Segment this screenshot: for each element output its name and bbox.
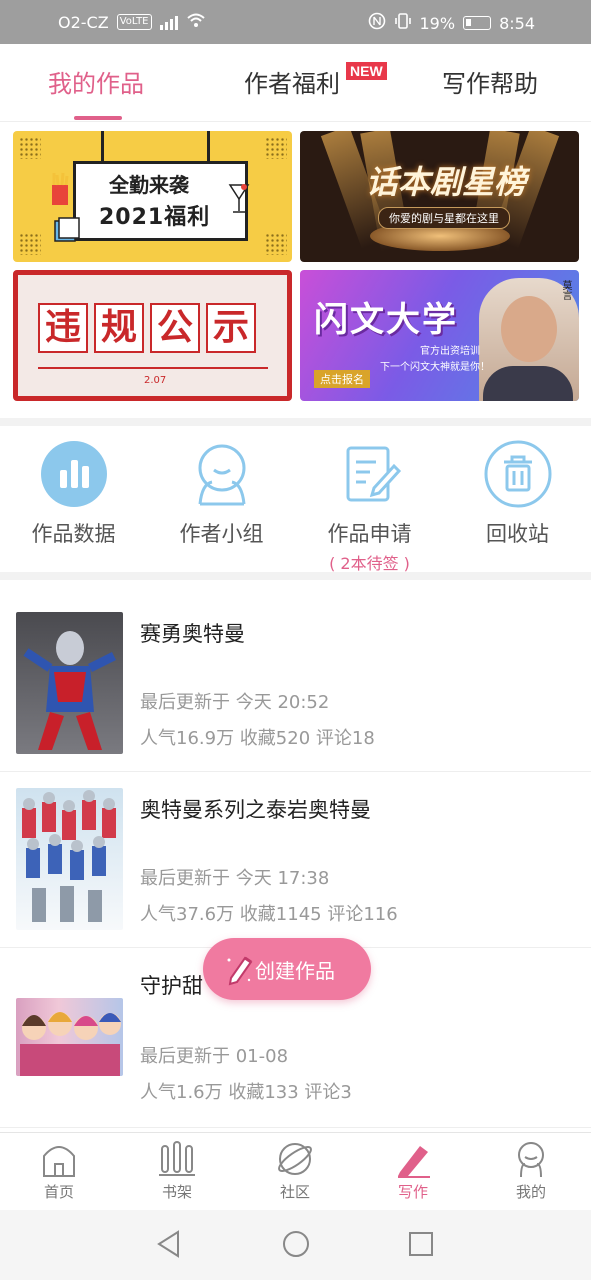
carrier-name: O2-CZ [58,12,109,32]
home-icon [0,1139,118,1179]
banner-line1: 官方出资培训 [420,346,480,357]
banner-line2: 下一个闪文大神就是你！ [380,362,490,373]
pen-icon [354,1139,472,1179]
nav-home[interactable]: 首页 [0,1139,118,1202]
hanging-string [101,131,104,161]
banner-line1: 全勤来袭 [109,173,189,197]
nav-profile[interactable]: 我的 [472,1139,590,1202]
new-badge: NEW [346,62,387,80]
dot-pattern [19,233,41,255]
trash-icon [484,440,552,508]
vibrate-icon [394,12,412,34]
work-cover [16,998,123,1076]
nav-write[interactable]: 写作 [354,1139,472,1202]
banner-title: 闪文大学 [314,300,458,340]
tab-writing-help[interactable]: 写作帮助 [442,64,538,99]
nav-bookshelf[interactable]: 书架 [118,1139,236,1202]
status-bar: O2-CZ VoLTE 19% 8:54 [0,0,591,44]
work-updated: 最后更新于 今天 20:52 [140,692,330,713]
notice-char: 公 [150,303,200,353]
notice-char: 示 [206,303,256,353]
system-nav-bar [0,1210,591,1280]
list-item[interactable]: 赛勇奥特曼 最后更新于 今天 20:52 人气16.9万 收藏520 评论18 [0,596,591,772]
nav-label: 社区 [279,1183,310,1201]
nav-label: 我的 [515,1183,546,1201]
nav-label: 首页 [43,1183,74,1201]
bookshelf-icon [118,1139,236,1179]
banner-subtitle: 你爱的剧与星都在这里 [378,207,510,229]
active-tab-indicator [74,116,122,120]
tab-my-works[interactable]: 我的作品 [48,64,144,99]
hanging-string [207,131,210,161]
action-label: 作者小组 [179,522,264,546]
book-icon [54,217,80,242]
action-author-group[interactable]: 作者小组 [148,440,295,548]
planet-icon [236,1139,354,1179]
section-separator [0,572,591,580]
dot-pattern [265,137,287,159]
work-title: 赛勇奥特曼 [140,622,245,646]
bottom-nav: 首页 书架 社区 写作 我的 [0,1132,591,1210]
notice-char: 规 [94,303,144,353]
banner-line2: 2021福利 [99,205,211,230]
group-icon [188,440,256,508]
banner-title: 话本剧星榜 [366,163,527,201]
home-button-icon[interactable] [282,1230,310,1262]
action-label: 回收站 [486,522,549,546]
nav-community[interactable]: 社区 [236,1139,354,1202]
section-separator [0,418,591,426]
notice-date: 2.07 [144,375,167,386]
volte-badge: VoLTE [116,14,152,30]
pencil-icon [225,954,253,991]
nav-label: 写作 [397,1183,428,1201]
nfc-icon [368,12,386,34]
author-name: 莫言 [560,280,571,300]
action-label: 作品数据 [31,522,116,546]
notice-char: 违 [38,303,88,353]
action-recycle-bin[interactable]: 回收站 [444,440,591,548]
create-work-label: 创建作品 [255,958,335,983]
create-work-button[interactable]: 创建作品 [203,938,371,1000]
signup-button[interactable]: 点击报名 [314,370,370,388]
clock: 8:54 [499,13,535,33]
work-stats: 人气1.6万 收藏133 评论3 [140,1082,352,1103]
top-tabs: 我的作品 作者福利 写作帮助 [0,44,591,122]
list-item[interactable]: 奥特曼系列之泰岩奥特曼 最后更新于 今天 17:38 人气37.6万 收藏114… [0,772,591,948]
profile-icon [472,1139,590,1179]
author-face [501,296,557,362]
work-updated: 最后更新于 今天 17:38 [140,868,330,889]
work-cover [16,612,123,754]
work-stats: 人气37.6万 收藏1145 评论116 [140,904,398,925]
fries-icon [52,172,69,205]
action-works-apply[interactable]: 作品申请 ( 2本待签 ) [296,440,443,574]
wifi-icon [186,12,206,32]
banner-attendance-bonus[interactable]: 全勤来袭 2021福利 [13,131,292,262]
dot-pattern [19,137,41,159]
action-label: 作品申请 [327,522,412,546]
work-stats: 人气16.9万 收藏520 评论18 [140,728,375,749]
work-updated: 最后更新于 01-08 [140,1046,289,1067]
notice-title: 违 规 公 示 [38,303,256,353]
back-icon[interactable] [156,1230,182,1262]
edit-document-icon [336,440,404,508]
divider [38,367,268,369]
pending-sign-count: ( 2本待签 ) [329,554,410,573]
banner-drama-star-ranking[interactable]: 话本剧星榜 你爱的剧与星都在这里 [300,131,579,262]
work-title: 守护甜 [140,974,203,998]
battery-icon [463,16,492,30]
banner-writing-university[interactable]: 莫言 闪文大学 官方出资培训 下一个闪文大神就是你！ 点击报名 [300,270,579,401]
cocktail-icon [228,184,250,213]
banner-violation-notice[interactable]: 违 规 公 示 2.07 [13,270,292,401]
work-title: 奥特曼系列之泰岩奥特曼 [140,798,371,822]
dot-pattern [265,233,287,255]
nav-label: 书架 [161,1183,192,1201]
signal-icon [159,14,178,30]
action-works-data[interactable]: 作品数据 [0,440,147,548]
bar-chart-icon [40,440,108,508]
author-suit [483,366,573,401]
battery-percent: 19% [419,13,456,33]
work-cover [16,788,123,930]
tab-author-benefits[interactable]: 作者福利 [244,64,340,99]
recent-apps-icon[interactable] [408,1231,434,1261]
